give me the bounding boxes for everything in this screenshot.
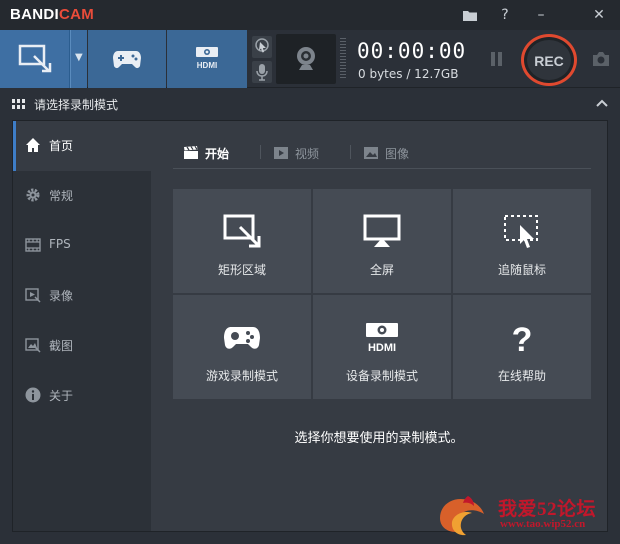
recording-timer: 00:00:00 — [357, 39, 467, 63]
info-icon — [25, 387, 41, 403]
tile-device-mode[interactable]: HDMI 设备录制模式 — [313, 295, 451, 399]
tile-label: 在线帮助 — [497, 369, 546, 383]
tile-fullscreen[interactable]: 全屏 — [313, 189, 451, 293]
record-label: REC — [534, 53, 564, 69]
record-button[interactable]: REC — [521, 34, 577, 86]
sidebar-item-label: 关于 — [49, 389, 74, 403]
tile-game-mode[interactable]: 游戏录制模式 — [173, 295, 311, 399]
microphone-icon — [256, 64, 268, 81]
folder-icon[interactable] — [459, 4, 481, 26]
device-mode-button[interactable]: HDMI — [167, 30, 247, 88]
sidebar-item-home[interactable]: 首页 — [13, 121, 151, 171]
section-header: 请选择录制模式 — [0, 89, 620, 119]
tile-follow-mouse[interactable]: 追随鼠标 — [453, 189, 591, 293]
toolbar-divider — [340, 38, 346, 80]
mode-dropdown-button[interactable]: ▼ — [70, 30, 87, 88]
pause-icon — [491, 52, 495, 66]
section-title: 请选择录制模式 — [34, 98, 119, 112]
tab-label: 视频 — [295, 147, 320, 161]
tile-rectangle-area[interactable]: 矩形区域 — [173, 189, 311, 293]
question-icon: ? — [512, 321, 533, 357]
image-icon — [25, 338, 41, 353]
sidebar-item-video[interactable]: 录像 — [13, 271, 151, 321]
toolbar: ▼ HDMI 00:00:00 0 bytes / 12.7GB REC — [0, 30, 620, 88]
sidebar-item-label: 常规 — [49, 189, 74, 203]
home-content: 开始 视频 图像 矩形区域 全屏 追随鼠标 游戏录制模式 HDMI 设备录制模式… — [151, 121, 607, 531]
sidebar-item-general[interactable]: 常规 — [13, 171, 151, 221]
cursor-icon — [255, 38, 269, 53]
tab-separator — [260, 145, 261, 159]
sidebar: 首页 常规 FPS 录像 截图 关于 — [13, 121, 151, 531]
help-button[interactable]: ? — [494, 4, 516, 26]
watermark: 我爱52论坛 www.tao.wip52.cn — [432, 488, 620, 544]
gamepad-icon — [224, 327, 260, 349]
sidebar-item-label: 录像 — [49, 289, 74, 303]
title-bar: BANDICAM ? – ✕ — [0, 0, 620, 30]
collapse-button[interactable] — [596, 96, 608, 110]
chevron-up-icon — [596, 99, 608, 107]
game-mode-button[interactable] — [88, 30, 166, 88]
tile-label: 游戏录制模式 — [205, 369, 278, 383]
question-glyph: ? — [512, 321, 533, 357]
cursor-toggle-button[interactable] — [252, 36, 272, 58]
screenshot-button[interactable] — [591, 50, 611, 68]
tile-label: 设备录制模式 — [345, 369, 418, 383]
grid-icon — [12, 99, 25, 109]
mode-hint-text: 选择你想要使用的录制模式。 — [294, 431, 464, 446]
gear-icon — [26, 188, 40, 202]
logo-text-bandi: BANDI — [10, 6, 59, 23]
main-panel: 首页 常规 FPS 录像 截图 关于 开始 视频 图像 矩形区域 全屏 追随鼠标… — [12, 120, 608, 532]
picture-icon — [364, 147, 378, 159]
tab-bar: 开始 视频 图像 — [173, 139, 591, 169]
fullscreen-icon — [363, 214, 401, 247]
webcam-icon — [297, 47, 315, 70]
logo-text-cam: CAM — [59, 6, 95, 23]
home-icon — [26, 138, 40, 152]
camera-icon — [593, 52, 609, 66]
chevron-down-icon: ▼ — [75, 52, 83, 63]
hdmi-label: HDMI — [368, 342, 396, 354]
minimize-button[interactable]: – — [530, 4, 552, 26]
tab-image[interactable]: 图像 — [363, 143, 423, 163]
pause-icon-bar — [498, 52, 502, 66]
tab-separator — [350, 145, 351, 159]
sidebar-item-about[interactable]: 关于 — [13, 371, 151, 421]
tab-label: 图像 — [385, 147, 410, 161]
pause-button[interactable] — [487, 50, 507, 70]
sidebar-item-label: 首页 — [49, 139, 74, 153]
play-icon — [274, 147, 288, 159]
follow-mouse-icon — [504, 215, 538, 248]
clapper-icon — [184, 146, 198, 159]
sidebar-item-label: 截图 — [49, 339, 74, 353]
tab-video[interactable]: 视频 — [273, 143, 333, 163]
tile-online-help[interactable]: ? 在线帮助 — [453, 295, 591, 399]
rectangle-area-icon — [223, 214, 261, 248]
rectangle-area-icon — [18, 44, 52, 73]
rectangle-mode-button[interactable] — [0, 30, 70, 88]
tile-label: 全屏 — [369, 263, 394, 277]
file-size-readout: 0 bytes / 12.7GB — [358, 67, 459, 81]
gamepad-icon — [113, 51, 141, 69]
hdmi-label: HDMI — [197, 61, 217, 70]
watermark-title: 我爱52论坛 — [498, 499, 597, 520]
tile-label: 矩形区域 — [217, 263, 266, 277]
close-button[interactable]: ✕ — [588, 4, 610, 26]
sidebar-item-label: FPS — [49, 237, 71, 251]
watermark-url: www.tao.wip52.cn — [500, 518, 586, 530]
microphone-toggle-button[interactable] — [252, 61, 272, 83]
fps-icon — [25, 238, 41, 252]
watermark-logo-icon — [440, 496, 484, 536]
tab-label: 开始 — [205, 147, 230, 161]
app-logo: BANDICAM — [10, 6, 94, 23]
hdmi-device-icon: HDMI — [196, 47, 218, 70]
tab-start[interactable]: 开始 — [183, 143, 243, 163]
video-icon — [25, 288, 41, 303]
sidebar-item-screenshot[interactable]: 截图 — [13, 321, 151, 371]
tile-label: 追随鼠标 — [497, 263, 546, 277]
hdmi-device-icon: HDMI — [366, 323, 398, 354]
webcam-toggle-button[interactable] — [276, 34, 336, 84]
sidebar-item-fps[interactable]: FPS — [13, 221, 151, 271]
